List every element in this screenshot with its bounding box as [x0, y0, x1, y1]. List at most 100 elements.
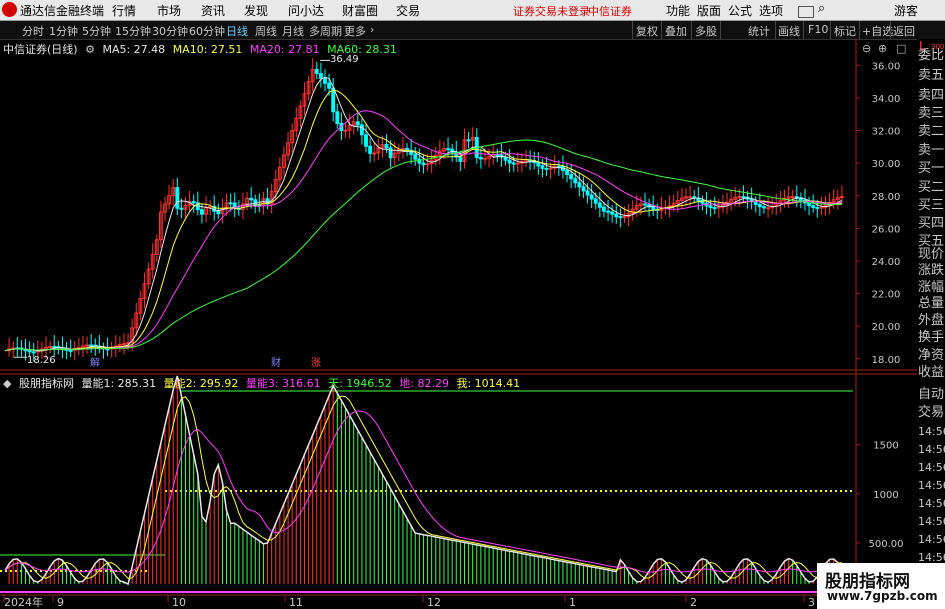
candle-body: [343, 129, 348, 132]
candle-body: [819, 206, 824, 209]
fuquan-button[interactable]: 复权: [636, 23, 658, 39]
candle-body: [368, 145, 373, 154]
tab-multi-period[interactable]: 多周期: [309, 23, 342, 39]
menu-item-hangqing[interactable]: 行情: [112, 2, 136, 19]
back-button[interactable]: 返回: [893, 23, 915, 39]
y-tick-label: 18.00: [872, 355, 901, 366]
candle-body: [614, 213, 619, 218]
candle-body: [766, 207, 770, 210]
app-title: 通达信金融终端: [20, 4, 105, 18]
side-label: 卖四: [918, 88, 945, 103]
candle-body: [89, 344, 94, 347]
mark-button[interactable]: 标记: [834, 23, 856, 39]
tab-more[interactable]: 更多: [344, 23, 366, 39]
candle-body: [688, 196, 693, 199]
candle-body: [581, 186, 586, 192]
candle-body: [536, 162, 541, 167]
x-tick-label: 9: [57, 596, 64, 609]
overlay-button[interactable]: 叠加: [665, 23, 687, 39]
menu-item-zixun[interactable]: 资讯: [201, 2, 225, 19]
mail-icon[interactable]: [798, 6, 814, 18]
candle-body: [577, 182, 582, 188]
tab-60min[interactable]: 60分钟: [189, 23, 225, 39]
candle-body: [610, 211, 615, 215]
broker-name[interactable]: 中信证券: [588, 3, 632, 19]
y-tick-label: 20.00: [872, 322, 901, 333]
side-label: 卖二: [918, 124, 945, 139]
candle-body: [507, 159, 512, 164]
y-tick-label: 500.00: [869, 539, 904, 550]
app-logo-icon: [2, 2, 17, 17]
multi-stock-button[interactable]: 多股: [695, 23, 717, 39]
candle-body: [48, 345, 53, 348]
candle-body: [815, 206, 820, 209]
quote-side-panel: L 300 委比 卖五 卖四 卖三 卖二 卖一 买一 买二 买三 买四 买五 现价 涨跌 涨幅 总量 外盘 换手…: [917, 39, 945, 609]
chart-canvas[interactable]: 36.00 34.00 32.00 30.00 28.00 26.00 24.00 22.00…: [0, 39, 917, 609]
candle-body: [335, 111, 340, 124]
tab-1min[interactable]: 1分钟: [49, 23, 78, 39]
menu-item-jiaoyi[interactable]: 交易: [396, 2, 420, 19]
candle-body: [31, 351, 36, 354]
login-status[interactable]: 证券交易未登录: [513, 3, 590, 19]
more-chevron-icon[interactable]: ›: [370, 23, 374, 36]
event-marker: 解: [90, 356, 100, 369]
tab-15min[interactable]: 15分钟: [115, 23, 151, 39]
add-favorite-button[interactable]: +自选: [862, 23, 893, 39]
menu-item-gongshi[interactable]: 公式: [728, 2, 752, 19]
candle-body: [573, 178, 578, 184]
side-label[interactable]: 自动: [918, 383, 944, 402]
tab-30min[interactable]: 30分钟: [152, 23, 188, 39]
side-time: 14:56: [918, 425, 945, 438]
candle-body: [511, 162, 516, 165]
menu-item-xuanxiang[interactable]: 选项: [759, 2, 783, 19]
y-tick-label: 36.00: [872, 61, 901, 72]
menu-item-banmian[interactable]: 版面: [697, 2, 721, 19]
side-time: 14:56: [918, 497, 945, 510]
draw-button[interactable]: 画线: [778, 23, 800, 39]
menu-item-caifuquan[interactable]: 财富圈: [342, 2, 378, 19]
candle-body: [606, 210, 610, 213]
x-tick-label: 2: [690, 596, 697, 609]
watermark: 股朋指标网 www.7gpzb.com: [817, 563, 945, 609]
tab-monthly[interactable]: 月线: [282, 23, 304, 39]
candle-body: [384, 144, 389, 149]
candle-body: [458, 156, 463, 162]
side-label[interactable]: 交易: [918, 401, 944, 420]
stats-button[interactable]: 统计: [748, 23, 770, 39]
candle-body: [52, 345, 57, 348]
candle-body: [741, 196, 746, 199]
ma10-line: [4, 89, 842, 352]
candle-body: [618, 216, 623, 219]
candle-body: [359, 124, 364, 136]
candle-body: [85, 344, 89, 347]
candle-body: [331, 87, 336, 113]
menu-item-gongneng[interactable]: 功能: [666, 2, 690, 19]
candle-body: [249, 197, 254, 201]
side-time: 14:56: [918, 479, 945, 492]
side-label: 卖五: [918, 68, 945, 83]
side-time: 14:56: [918, 461, 945, 474]
candle-body: [651, 206, 656, 210]
menu-item-wenxiaoda[interactable]: 问小达: [288, 2, 324, 19]
candle-body: [372, 152, 377, 155]
tab-weekly[interactable]: 周线: [255, 23, 277, 39]
candle-body: [585, 190, 590, 196]
candle-body: [199, 209, 204, 215]
ma5-line: [4, 76, 843, 352]
guest-label[interactable]: 游客: [894, 2, 918, 19]
side-label: 买三: [918, 198, 945, 213]
side-time: 14:56: [918, 443, 945, 456]
tab-5min[interactable]: 5分钟: [82, 23, 111, 39]
candle-body: [544, 167, 549, 170]
candle-body: [495, 154, 500, 157]
y-tick-label: 34.00: [872, 94, 901, 105]
tab-daily[interactable]: 日线: [226, 23, 248, 39]
menu-item-shichang[interactable]: 市场: [157, 2, 181, 19]
search-icon[interactable]: ⌕: [818, 1, 825, 16]
candle-body: [253, 199, 258, 206]
y-tick-label: 24.00: [872, 257, 901, 268]
tab-fenshi[interactable]: 分时: [22, 23, 44, 39]
event-marker: 涨: [311, 357, 321, 369]
f10-button[interactable]: F10: [808, 23, 828, 36]
menu-item-faxian[interactable]: 发现: [244, 2, 268, 19]
